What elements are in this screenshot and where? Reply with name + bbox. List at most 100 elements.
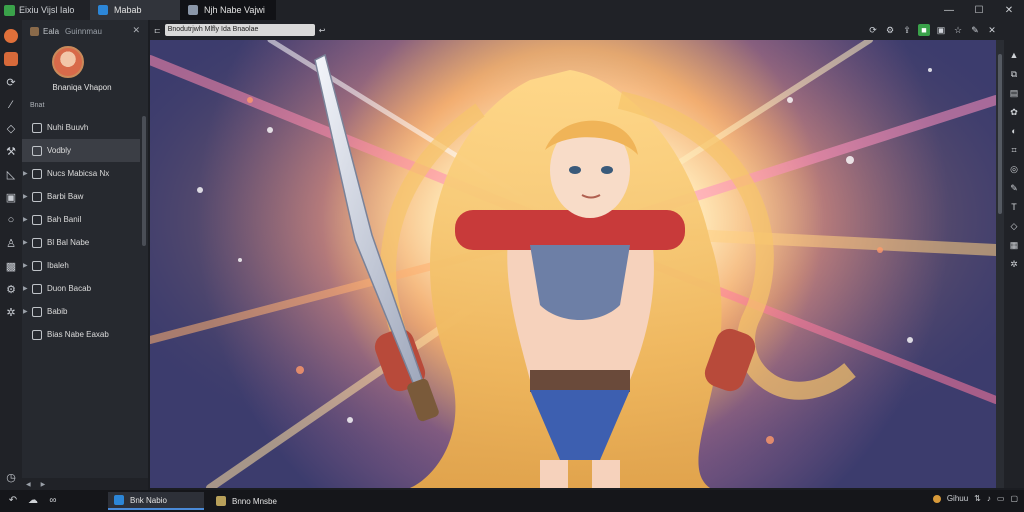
tools-icon[interactable]: ⚒ (4, 144, 18, 158)
window-controls: — ☐ ✕ (934, 0, 1024, 20)
expand-arrow-icon[interactable]: ▶ (23, 170, 28, 177)
grid-icon[interactable]: ▦ (1008, 239, 1020, 251)
status-dot-icon (932, 494, 941, 503)
up-arrow-icon[interactable]: ▲ (1008, 49, 1020, 61)
pin-icon[interactable]: ⊏ (154, 26, 161, 35)
brush-icon[interactable]: ✎ (1008, 182, 1020, 194)
file-icon (32, 306, 42, 317)
shape-icon[interactable]: ◇ (1008, 220, 1020, 232)
sidebar-item[interactable]: ▶ Ibaleh (22, 254, 140, 277)
file-icon (32, 168, 42, 179)
close-icon[interactable]: ✕ (986, 24, 998, 36)
circle-icon[interactable]: ○ (4, 213, 18, 227)
sidebar-item[interactable]: ▶ Bah Banil (22, 208, 140, 231)
effects-icon[interactable]: ✲ (1008, 258, 1020, 270)
home-icon[interactable] (4, 29, 18, 43)
scroll-right-icon[interactable]: ▶ (41, 481, 46, 488)
expand-arrow-icon[interactable]: ▶ (23, 193, 28, 200)
adjust-icon[interactable]: ◐ (1008, 125, 1020, 137)
sidebar-item[interactable]: Bias Nabe Eaxab (22, 323, 140, 346)
sidebar-item[interactable]: ▶ Bl Bal Nabe (22, 231, 140, 254)
tab-label: Mabab (114, 5, 142, 15)
copy-icon[interactable]: ⧉ (1008, 68, 1020, 80)
tab-active[interactable]: Mabab (90, 0, 180, 20)
app-name: Eixiu Vijsl Ialo (19, 5, 75, 15)
taskbar-app-active[interactable]: Bnk Nabio (108, 492, 204, 510)
clock-icon[interactable]: ◷ (4, 470, 18, 484)
star-icon[interactable]: ☆ (952, 24, 964, 36)
close-button[interactable]: ✕ (994, 5, 1024, 16)
triangle-icon[interactable]: ◺ (4, 167, 18, 181)
scroll-left-icon[interactable]: ◀ (26, 481, 31, 488)
app-icon[interactable] (4, 52, 18, 66)
sidebar-item-active[interactable]: Vodbly (22, 139, 140, 162)
sidebar-item[interactable]: ▶ Nucs Mabicsa Nx (22, 162, 140, 185)
volume-icon[interactable]: ♪ (987, 494, 991, 503)
crop-icon[interactable]: ⌗ (1008, 144, 1020, 156)
sidebar-item-label: Barbi Baw (47, 192, 84, 201)
tab-inactive[interactable]: Njh Nabe Vajwi (180, 0, 276, 20)
refresh-icon[interactable]: ⟳ (4, 75, 18, 89)
app-logo-icon (4, 4, 15, 16)
expand-arrow-icon[interactable]: ▶ (23, 308, 28, 315)
maximize-button[interactable]: ☐ (964, 5, 994, 16)
sidebar-close-button[interactable]: ✕ (132, 25, 140, 36)
sidebar-item[interactable]: ▶ Barbi Baw (22, 185, 140, 208)
username: Bnaniqa Vhapon (52, 83, 112, 92)
expand-arrow-icon[interactable]: ▶ (23, 285, 28, 292)
notification-icon[interactable]: ▢ (1010, 494, 1018, 503)
avatar[interactable] (52, 46, 84, 78)
file-icon (32, 283, 42, 294)
person-icon[interactable]: ♙ (4, 236, 18, 250)
palette-icon[interactable]: ✿ (1008, 106, 1020, 118)
edit-icon[interactable]: ✎ (969, 24, 981, 36)
viewer-scrollbar[interactable] (996, 40, 1004, 488)
scroll-thumb[interactable] (998, 54, 1002, 214)
sidebar-item-label: Bias Nabe Eaxab (47, 330, 109, 339)
shield-icon[interactable]: ◇ (4, 121, 18, 135)
photo-icon[interactable]: ▣ (935, 24, 947, 36)
taskbar-app[interactable]: Bnno Mnsbe (210, 492, 306, 510)
left-rail: ⟳ ⁄ ◇ ⚒ ◺ ▣ ○ ♙ ▩ ⚙ ✲ ◷ (0, 20, 22, 490)
app-icon (114, 495, 124, 505)
taskbar: ↶ ☁ ∞ Bnk Nabio Bnno Mnsbe Gihuu ⇅ ♪ ▭ ▢ (0, 490, 1024, 512)
share-icon[interactable]: ⇪ (901, 24, 913, 36)
back-icon[interactable]: ↩ (319, 26, 326, 35)
back-icon[interactable]: ↶ (6, 494, 20, 508)
text-icon[interactable]: T (1008, 201, 1020, 213)
section-label: Bnat (30, 102, 45, 109)
sidebar-item[interactable]: ▶ Babib (22, 300, 140, 323)
sidebar-item-label: Nucs Mabicsa Nx (47, 169, 110, 178)
minimize-button[interactable]: — (934, 5, 964, 16)
settings-icon[interactable]: ✲ (4, 305, 18, 319)
tab-label: Njh Nabe Vajwi (204, 5, 265, 15)
cloud-icon[interactable]: ☁ (26, 494, 40, 508)
link-icon[interactable]: ∞ (46, 494, 60, 508)
address-field[interactable]: Bnodutrjwh Mlfly Ida Bnaolae (164, 24, 315, 36)
sidebar-item-label: Babib (47, 307, 68, 316)
network-icon[interactable]: ⇅ (974, 494, 981, 503)
settings-icon[interactable]: ⚙ (884, 24, 896, 36)
expand-arrow-icon[interactable]: ▶ (23, 262, 28, 269)
layers-icon[interactable]: ▣ (4, 190, 18, 204)
image-viewer[interactable] (150, 40, 996, 488)
layers-icon[interactable]: ▤ (1008, 87, 1020, 99)
file-icon (32, 260, 42, 271)
battery-icon[interactable]: ▭ (997, 494, 1005, 503)
toolbar: ⊏ Bnodutrjwh Mlfly Ida Bnaolae ↩ ⟳ ⚙ ⇪ ■… (150, 20, 1024, 40)
sidebar-item[interactable]: Nuhi Buuvh (22, 116, 140, 139)
sidebar-scrollbar[interactable] (142, 116, 146, 246)
sidebar-dropdown[interactable]: Guinnmau (65, 27, 102, 36)
expand-arrow-icon[interactable]: ▶ (23, 239, 28, 246)
sidebar-item[interactable]: ▶ Duon Bacab (22, 277, 140, 300)
gear-icon[interactable]: ⚙ (4, 282, 18, 296)
expand-arrow-icon[interactable]: ▶ (23, 216, 28, 223)
status-icon[interactable]: ■ (918, 24, 930, 36)
right-rail: ▲ ⧉ ▤ ✿ ◐ ⌗ ◎ ✎ T ◇ ▦ ✲ (1004, 40, 1024, 488)
file-icon (32, 122, 42, 133)
brush-icon[interactable]: ⁄ (4, 98, 18, 112)
image-icon[interactable]: ▩ (4, 259, 18, 273)
filter-icon[interactable]: ◎ (1008, 163, 1020, 175)
refresh-icon[interactable]: ⟳ (867, 24, 879, 36)
sidebar: Eala Guinnmau ✕ Bnaniqa Vhapon Bnat Nuhi… (22, 20, 148, 490)
